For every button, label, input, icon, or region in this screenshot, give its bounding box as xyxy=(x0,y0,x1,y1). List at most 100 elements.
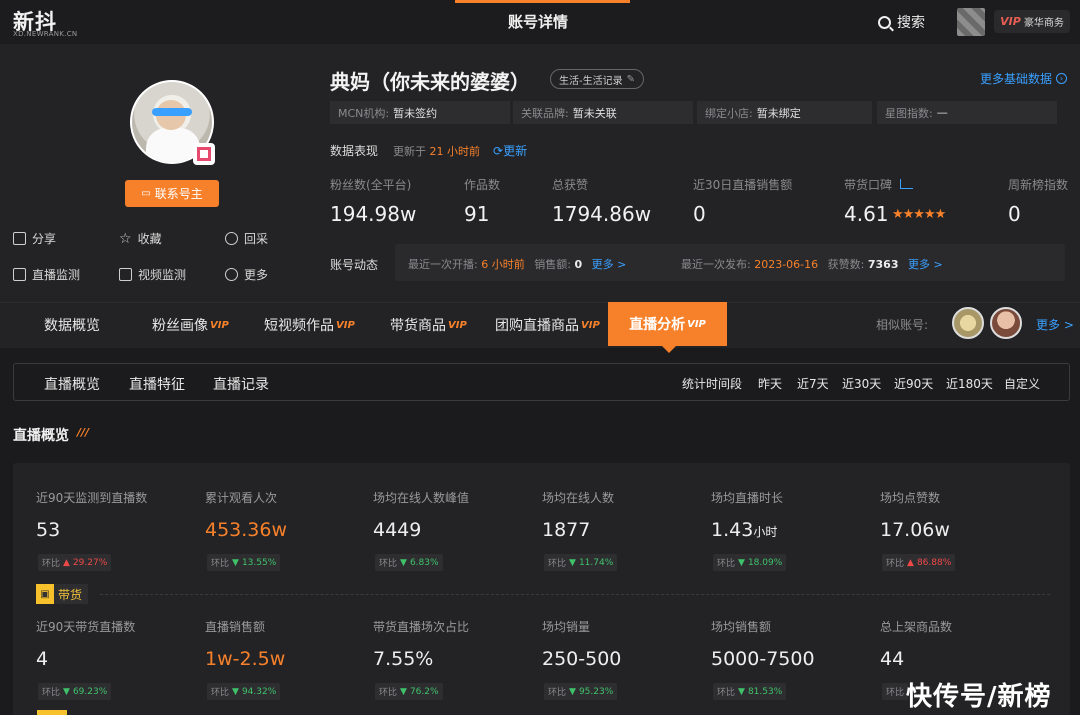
arrow-down-icon: ▼ xyxy=(400,686,407,697)
arrow-down-icon: ▼ xyxy=(569,557,576,568)
metric-number: 4449 xyxy=(373,519,422,541)
compare-prefix: 环比 xyxy=(379,688,398,698)
period-yesterday[interactable]: 昨天 xyxy=(758,375,782,392)
metric-value: 17.06w xyxy=(880,519,950,541)
metric-label: 总上架商品数 xyxy=(880,620,953,634)
more-actions-label: 更多 xyxy=(244,268,269,282)
tab-label: 直播分析 xyxy=(629,317,686,333)
similar-accounts-label: 相似账号: xyxy=(876,318,929,332)
metric-label: 直播销售额 xyxy=(205,620,266,634)
metric-label: 带货直播场次占比 xyxy=(373,620,470,634)
tab-data-overview[interactable]: 数据概览 xyxy=(44,302,100,348)
reputation-score: 4.61 xyxy=(844,202,889,226)
vip-tag: VIP xyxy=(336,319,355,331)
likes-label: 获赞数: xyxy=(827,258,865,271)
trend-chart-icon[interactable] xyxy=(900,179,913,189)
vip-tag: VIP xyxy=(210,319,229,331)
info-value: 暂未绑定 xyxy=(756,106,801,120)
search-button[interactable]: 搜索 xyxy=(878,12,925,32)
metric-value: 53 xyxy=(36,519,60,541)
metric-value: 453.36w xyxy=(205,519,287,541)
likes-value: 7363 xyxy=(867,258,899,271)
metric-number: 17.06w xyxy=(880,519,950,541)
source-watermark: 快传号/新榜 xyxy=(906,682,1052,712)
compare-percent: 6.83% xyxy=(409,557,439,568)
refresh-icon: ⟳ xyxy=(493,144,504,158)
last-post-value: 2023-06-16 xyxy=(754,258,819,271)
vip-label: VIP xyxy=(1000,15,1021,28)
tab-label: 数据概览 xyxy=(44,318,100,334)
period-30d[interactable]: 近30天 xyxy=(842,375,881,392)
more-post-link[interactable]: 更多 > xyxy=(908,258,943,271)
tab-fans-profile[interactable]: 粉丝画像 VIP xyxy=(152,302,229,348)
compare-prefix: 环比 xyxy=(211,559,230,569)
metric-value: 250-500 xyxy=(542,648,621,670)
compare-percent: 18.09% xyxy=(747,557,783,568)
video-monitor-button[interactable]: 视频监测 xyxy=(119,266,186,283)
subtab-live-records[interactable]: 直播记录 xyxy=(213,374,269,394)
metric-number: 250-500 xyxy=(542,648,622,670)
share-button[interactable]: 分享 xyxy=(13,230,56,247)
compare-percent: 86.88% xyxy=(916,557,952,568)
user-avatar[interactable] xyxy=(957,8,985,36)
category-label: 生活-生活记录 xyxy=(559,75,623,87)
sales-label: 销售额: xyxy=(534,258,571,271)
tab-label: 短视频作品 xyxy=(264,318,334,334)
period-180d[interactable]: 近180天 xyxy=(946,375,993,392)
mcn-info: MCN机构: 暂未签约 xyxy=(330,101,510,124)
next-tag-edge xyxy=(37,710,67,715)
search-label: 搜索 xyxy=(897,15,925,31)
metric-label: 累计观看人次 xyxy=(205,491,278,505)
period-90d[interactable]: 近90天 xyxy=(894,375,933,392)
tab-live-analysis[interactable]: 直播分析 VIP xyxy=(608,302,727,346)
tab-group-live-products[interactable]: 团购直播商品 VIP xyxy=(495,302,600,348)
metric-label: 近90天监测到直播数 xyxy=(36,491,148,505)
live-monitor-button[interactable]: 直播监测 xyxy=(13,266,80,283)
metric-value: 5000-7500 xyxy=(711,648,815,670)
similar-account-avatar[interactable] xyxy=(952,307,984,339)
vip-badge[interactable]: VIP 豪华商务 xyxy=(994,10,1070,33)
more-basic-data-link[interactable]: 更多基础数据 › xyxy=(980,70,1068,87)
live-monitor-icon xyxy=(13,268,26,281)
tab-products[interactable]: 带货商品 VIP xyxy=(390,302,467,348)
more-actions-button[interactable]: 更多 xyxy=(225,266,268,283)
subtab-live-overview[interactable]: 直播概览 xyxy=(44,374,100,394)
live-monitor-label: 直播监测 xyxy=(32,268,81,282)
similar-more-link[interactable]: 更多 > xyxy=(1036,316,1074,333)
more-live-link[interactable]: 更多 > xyxy=(592,258,627,271)
qr-code-icon[interactable] xyxy=(193,143,215,165)
tab-label: 团购直播商品 xyxy=(495,318,579,334)
info-value: 暂未签约 xyxy=(393,106,438,120)
period-custom[interactable]: 自定义 xyxy=(1004,375,1040,392)
subtab-live-features[interactable]: 直播特征 xyxy=(129,374,185,394)
ecommerce-label: 带货 xyxy=(58,587,83,602)
tab-short-videos[interactable]: 短视频作品 VIP xyxy=(264,302,355,348)
search-icon xyxy=(878,15,891,29)
metric-number: 7.55% xyxy=(373,648,434,670)
period-7d[interactable]: 近7天 xyxy=(797,375,829,392)
compare-prefix: 环比 xyxy=(548,559,567,569)
arrow-down-icon: ▼ xyxy=(232,686,239,697)
contact-owner-button[interactable]: ▭ 联系号主 xyxy=(125,180,219,207)
last-post-label: 最近一次发布: xyxy=(681,258,751,271)
live-sales-30d: 0 xyxy=(693,202,706,226)
arrow-down-icon: ▼ xyxy=(738,686,745,697)
video-monitor-icon xyxy=(119,268,132,281)
category-tag[interactable]: 生活-生活记录 ✎ xyxy=(550,69,644,89)
cart-icon: ▣ xyxy=(36,584,54,604)
compare-percent: 94.32% xyxy=(241,686,277,697)
metric-value: 4 xyxy=(36,648,48,670)
updated-info: 更新于 21 小时前 xyxy=(393,143,480,159)
last-live-label: 最近一次开播: xyxy=(408,258,478,271)
recollect-button[interactable]: 回采 xyxy=(225,230,268,247)
favorite-button[interactable]: ☆ 收藏 xyxy=(119,230,162,247)
similar-account-avatar[interactable] xyxy=(990,307,1022,339)
sales-value: 0 xyxy=(574,258,583,271)
metric-value: 1.43小时 xyxy=(711,519,777,541)
refresh-button[interactable]: ⟳更新 xyxy=(493,142,527,159)
recollect-label: 回采 xyxy=(244,232,269,246)
stat-label: 周新榜指数 xyxy=(1008,178,1069,192)
updated-prefix: 更新于 xyxy=(393,145,426,158)
logo-subtitle: XD.NEWRANK.CN xyxy=(13,30,78,38)
section-title: 直播概览 xyxy=(13,428,69,444)
